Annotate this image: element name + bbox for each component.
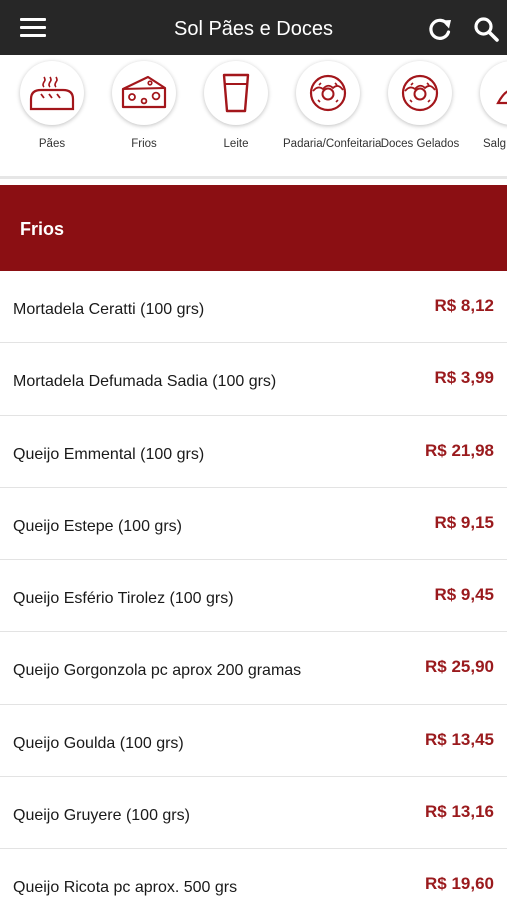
search-icon[interactable] bbox=[472, 15, 500, 43]
category-padaria-confeitaria[interactable]: Padaria/Confeitaria bbox=[283, 55, 382, 177]
product-price: R$ 13,45 bbox=[425, 729, 494, 749]
product-price: R$ 9,45 bbox=[434, 585, 494, 605]
product-name: Queijo Gorgonzola pc aprox 200 gramas bbox=[13, 662, 302, 680]
product-row[interactable]: Queijo Gruyere (100 grs) R$ 13,16 bbox=[0, 777, 507, 850]
category-label: Frios bbox=[131, 138, 157, 150]
product-row[interactable]: Queijo Esfério Tirolez (100 grs) R$ 9,45 bbox=[0, 560, 507, 633]
donut-icon bbox=[296, 61, 360, 125]
divider bbox=[0, 176, 507, 179]
glass-icon bbox=[204, 61, 268, 125]
product-name: Queijo Gruyere (100 grs) bbox=[13, 807, 190, 825]
product-price: R$ 8,12 bbox=[434, 296, 494, 315]
product-price: R$ 3,99 bbox=[434, 368, 494, 388]
product-price: R$ 25,90 bbox=[425, 657, 494, 677]
product-name: Queijo Esfério Tirolez (100 grs) bbox=[13, 590, 234, 608]
product-row[interactable]: Queijo Estepe (100 grs) R$ 9,15 bbox=[0, 487, 507, 561]
product-row[interactable]: Queijo Gorgonzola pc aprox 200 gramas R$… bbox=[0, 632, 507, 705]
product-list: Mortadela Ceratti (100 grs) R$ 8,12 Mort… bbox=[0, 271, 507, 900]
category-doces-gelados[interactable]: Doces Gelados bbox=[375, 55, 467, 177]
product-price: R$ 21,98 bbox=[425, 440, 494, 460]
cheese-icon bbox=[112, 61, 176, 125]
category-leite[interactable]: Leite bbox=[191, 55, 283, 177]
product-name: Queijo Emmental (100 grs) bbox=[13, 445, 205, 463]
donut-icon bbox=[388, 61, 452, 125]
product-name: Queijo Goulda (100 grs) bbox=[13, 734, 184, 752]
category-label: Salg bbox=[483, 138, 507, 150]
category-label: Padaria/Confeitaria bbox=[283, 138, 382, 150]
section-header: Frios bbox=[0, 185, 507, 271]
snack-icon bbox=[480, 61, 507, 125]
category-frios[interactable]: Frios bbox=[99, 55, 191, 177]
category-carousel[interactable]: Pães Frios Leite Padaria/Confeitaria Doc… bbox=[0, 55, 507, 177]
product-row[interactable]: Queijo Goulda (100 grs) R$ 13,45 bbox=[0, 704, 507, 778]
product-price: R$ 19,60 bbox=[425, 874, 494, 894]
product-name: Queijo Estepe (100 grs) bbox=[13, 517, 182, 535]
product-row[interactable]: Queijo Emmental (100 grs) R$ 21,98 bbox=[0, 415, 507, 488]
category-paes[interactable]: Pães bbox=[7, 55, 99, 177]
category-label: Pães bbox=[38, 138, 66, 150]
category-label: Leite bbox=[223, 138, 249, 150]
section-title: Frios bbox=[20, 219, 65, 239]
category-label: Doces Gelados bbox=[380, 138, 460, 150]
product-name: Queijo Ricota pc aprox. 500 grs bbox=[13, 879, 238, 897]
product-row[interactable]: Mortadela Defumada Sadia (100 grs) R$ 3,… bbox=[0, 343, 507, 416]
product-price: R$ 9,15 bbox=[434, 512, 494, 532]
app-header: Sol Pães e Doces bbox=[0, 0, 507, 55]
product-price: R$ 13,16 bbox=[425, 802, 494, 822]
refresh-icon[interactable] bbox=[426, 15, 454, 43]
category-salgados[interactable]: Salg bbox=[467, 55, 507, 177]
product-name: Mortadela Ceratti (100 grs) bbox=[13, 301, 205, 318]
product-name: Mortadela Defumada Sadia (100 grs) bbox=[13, 373, 277, 391]
product-row[interactable]: Mortadela Ceratti (100 grs) R$ 8,12 bbox=[0, 271, 507, 344]
product-row[interactable]: Queijo Ricota pc aprox. 500 grs R$ 19,60 bbox=[0, 849, 507, 900]
bread-icon bbox=[20, 61, 84, 125]
